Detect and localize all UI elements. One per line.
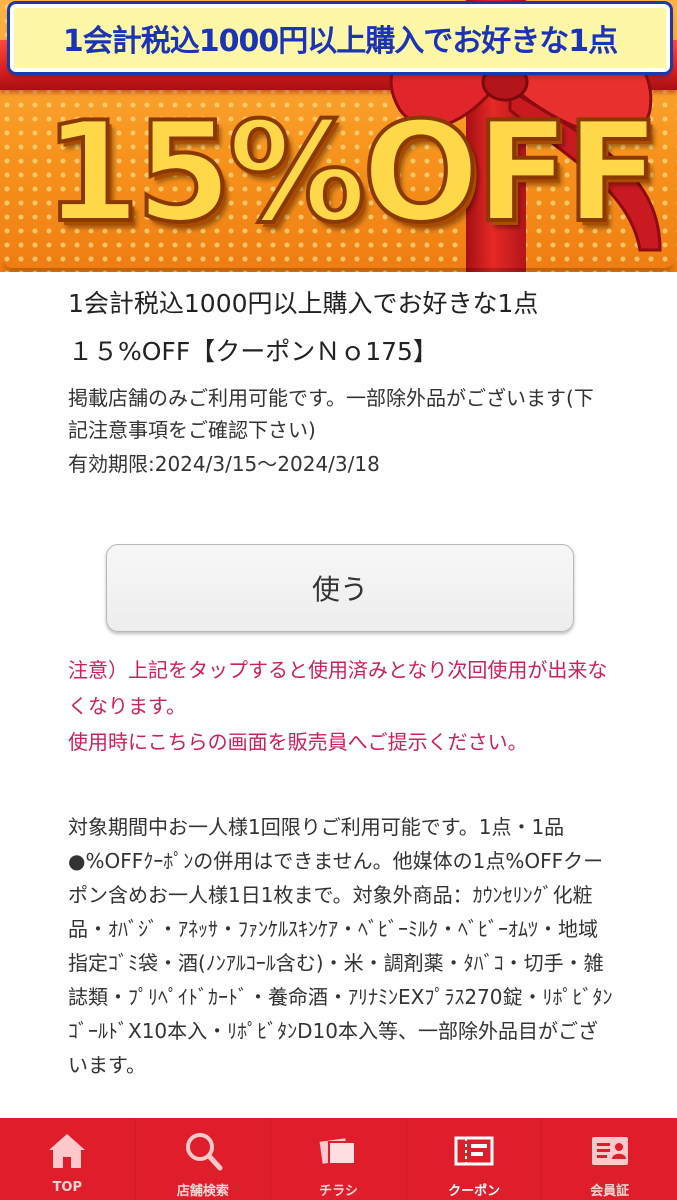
coupon-banner: 1会計税込1000円以上購入でお好きな1点 15%OFF — [0, 0, 677, 272]
tab-label: 店舗検索 — [176, 1184, 229, 1199]
coupon-terms: 対象期間中お一人様1回限りご利用可能です。1点・1品●%OFFｸｰﾎﾟﾝの併用は… — [68, 815, 613, 1077]
home-icon — [49, 1134, 86, 1168]
tab-top[interactable]: TOP — [0, 1118, 135, 1200]
coupon-icon — [454, 1136, 494, 1166]
tab-flyer[interactable]: チラシ — [270, 1118, 406, 1200]
tab-coupon[interactable]: クーポン — [405, 1118, 542, 1200]
tab-label: チラシ — [319, 1184, 358, 1199]
coupon-title: 1会計税込1000円以上購入でお好きな1点 — [68, 289, 539, 318]
search-icon — [185, 1133, 223, 1171]
usage-warning: 注意）上記をタップすると使用済みとなり次回使用が出来なくなります。 使用時にこち… — [68, 652, 613, 760]
coupon-description: 掲載店舗のみご利用可能です。一部除外品がございます(下記注意事項をご確認下さい) — [68, 386, 594, 442]
banner-discount: 15%OFF — [42, 92, 662, 253]
present-instruction: 使用時にこちらの画面を販売員へご提示ください。 — [68, 730, 528, 754]
coupon-details: 1会計税込1000円以上購入でお好きな1点 １５%OFF【クーポンＮｏ175】 … — [68, 282, 613, 480]
bottom-nav: TOP 店舗検索 チラシ クーポン 会員証 — [0, 1118, 677, 1200]
tab-store-search[interactable]: 店舗検索 — [134, 1118, 271, 1200]
coupon-subtitle: １５%OFF【クーポンＮｏ175】 — [68, 337, 438, 366]
banner-headline: 1会計税込1000円以上購入でお好きな1点 — [10, 4, 670, 72]
tab-label: TOP — [52, 1180, 83, 1195]
flyer-icon — [320, 1138, 357, 1165]
tab-member-card[interactable]: 会員証 — [541, 1118, 677, 1200]
use-coupon-button[interactable]: 使う — [106, 544, 574, 632]
warning-text: 注意）上記をタップすると使用済みとなり次回使用が出来なくなります。 — [68, 658, 608, 718]
tab-label: クーポン — [448, 1184, 501, 1199]
member-card-icon — [591, 1137, 628, 1165]
tab-label: 会員証 — [590, 1184, 630, 1199]
coupon-validity: 有効期限:2024/3/15～2024/3/18 — [68, 452, 380, 476]
